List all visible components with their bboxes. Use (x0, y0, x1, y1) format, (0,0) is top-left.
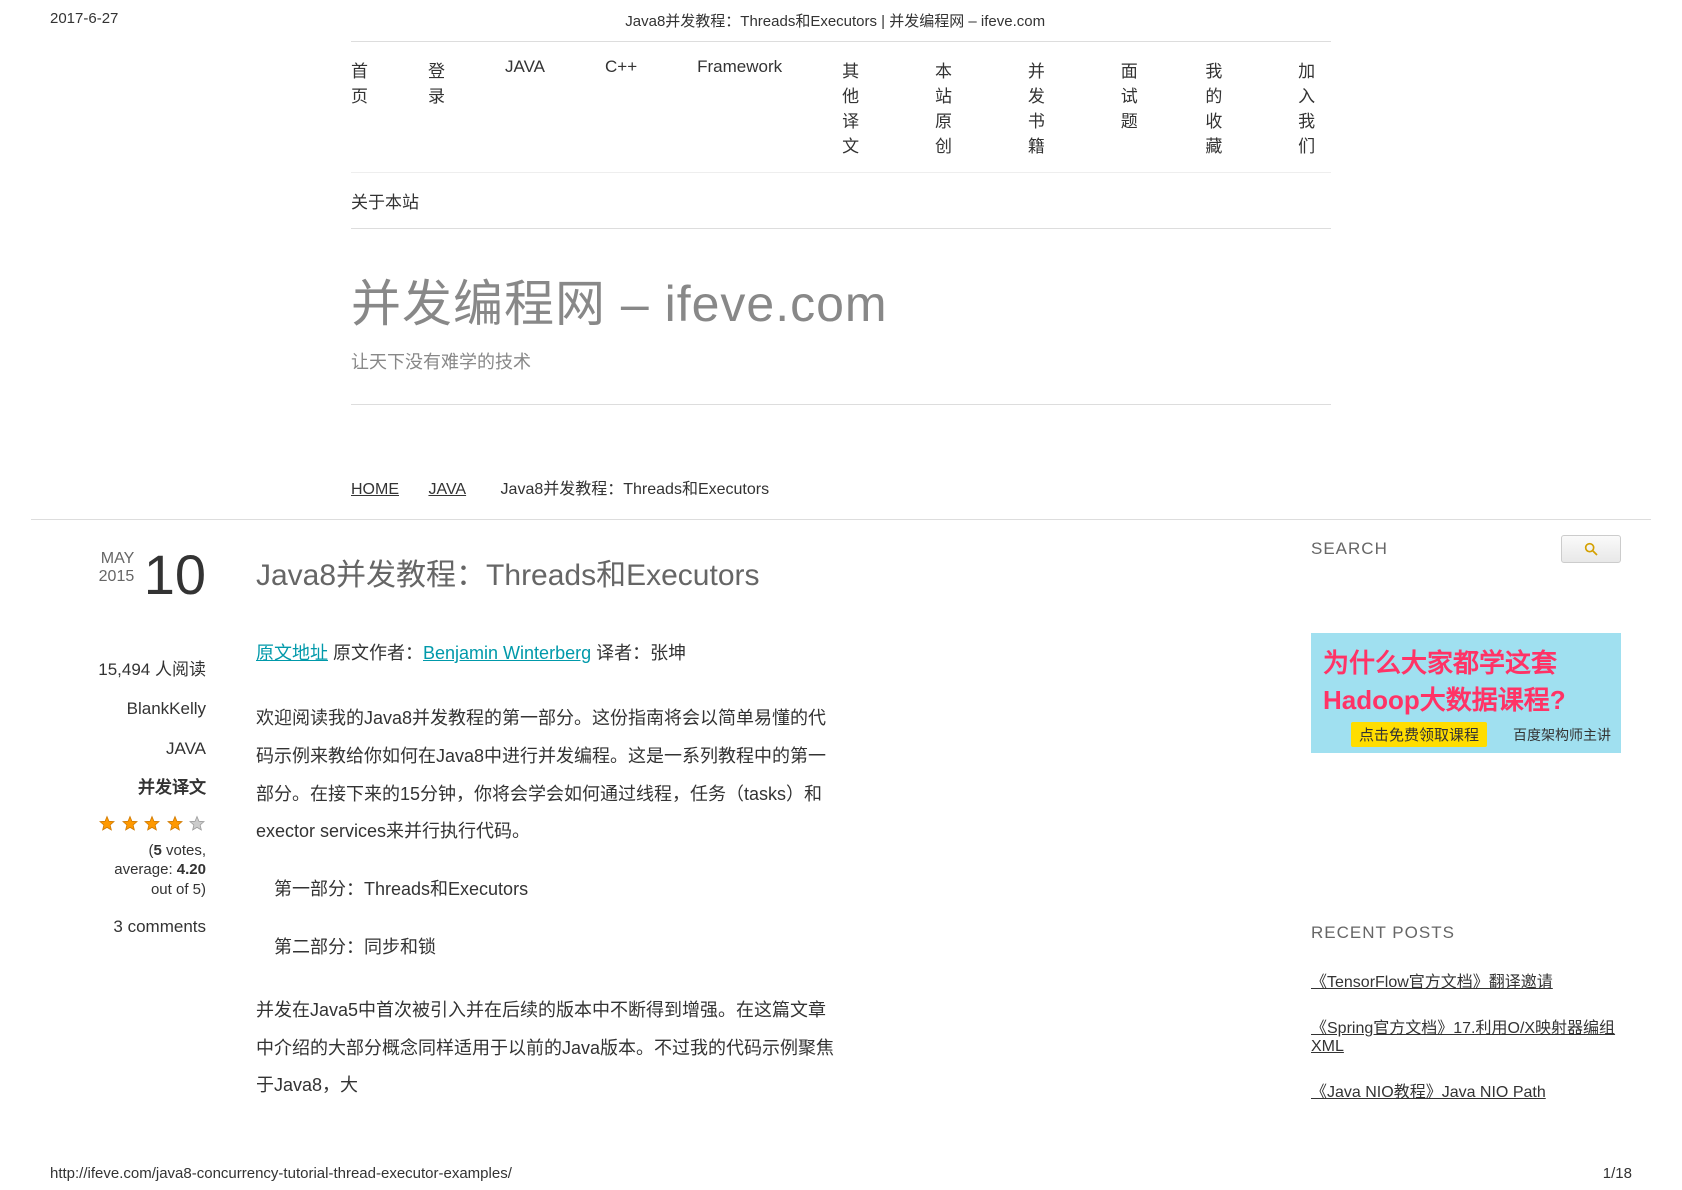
translator: 译者：张坤 (591, 643, 686, 663)
star-icon (188, 815, 206, 833)
part-2: 第二部分：同步和锁 (274, 929, 841, 967)
nav-home[interactable]: 首页 (351, 57, 368, 157)
search-widget: SEARCH (1311, 520, 1621, 583)
print-date: 2017-6-27 (50, 10, 118, 31)
nav-login[interactable]: 登录 (428, 57, 445, 157)
part-1: 第一部分：Threads和Executors (274, 871, 841, 909)
nav-interview[interactable]: 面试题 (1121, 57, 1146, 157)
article-title: Java8并发教程：Threads和Executors (256, 550, 841, 594)
paragraph: 并发在Java5中首次被引入并在后续的版本中不断得到增强。在这篇文章中介绍的大部… (256, 992, 841, 1105)
search-button[interactable] (1561, 535, 1621, 563)
nav-framework[interactable]: Framework (697, 57, 782, 157)
ad-cta-button[interactable]: 点击免费领取课程 (1351, 722, 1487, 747)
nav-cpp[interactable]: C++ (605, 57, 637, 157)
nav-java[interactable]: JAVA (505, 57, 545, 157)
print-footer: http://ifeve.com/java8-concurrency-tutor… (50, 1165, 1632, 1182)
recent-post-link[interactable]: 《TensorFlow官方文档》翻译邀请 (1311, 968, 1621, 992)
post-category: JAVA (31, 729, 206, 768)
post-author: BlankKelly (31, 689, 206, 728)
nav-about[interactable]: 关于本站 (351, 193, 419, 212)
author-link[interactable]: Benjamin Winterberg (423, 643, 591, 663)
nav-favorites[interactable]: 我的收藏 (1205, 57, 1238, 157)
star-icon (121, 815, 139, 833)
breadcrumb-current: Java8并发教程：Threads和Executors (501, 481, 770, 498)
header-meta: 2017-6-27 Java8并发教程：Threads和Executors | … (0, 0, 1682, 41)
post-date: MAY 2015 10 (31, 550, 206, 600)
byline: 原文地址 原文作者：Benjamin Winterberg 译者：张坤 (256, 639, 841, 665)
nav-row-1: 首页 登录 JAVA C++ Framework 其他译文 本站原创 并发书籍 … (351, 42, 1331, 172)
footer-url: http://ifeve.com/java8-concurrency-tutor… (50, 1165, 512, 1182)
left-sidebar: MAY 2015 10 15,494 人阅读 BlankKelly JAVA 并… (31, 520, 231, 1125)
recent-posts: RECENT POSTS 《TensorFlow官方文档》翻译邀请 《Sprin… (1311, 923, 1621, 1102)
print-title: Java8并发教程：Threads和Executors | 并发编程网 – if… (118, 10, 1552, 31)
breadcrumb-home[interactable]: HOME (351, 481, 399, 498)
ad-line1: 为什么大家都学这套 (1323, 643, 1609, 680)
ad-subtitle: 百度架构师主讲 (1513, 725, 1611, 745)
paragraph: 欢迎阅读我的Java8并发教程的第一部分。这份指南将会以简单易懂的代码示例来教给… (256, 700, 841, 851)
ad-banner[interactable]: 为什么大家都学这套 Hadoop大数据课程? 点击免费领取课程 百度架构师主讲 (1311, 633, 1621, 753)
avg-score: 4.20 (177, 861, 206, 878)
site-header: 并发编程网 – ifeve.com 让天下没有难学的技术 (351, 229, 1331, 415)
star-icon (166, 815, 184, 833)
original-link[interactable]: 原文地址 (256, 643, 328, 663)
read-count: 15,494 人阅读 (31, 650, 206, 689)
site-tagline: 让天下没有难学的技术 (351, 348, 1331, 405)
star-icon (143, 815, 161, 833)
post-meta: 15,494 人阅读 BlankKelly JAVA 并发译文 (31, 650, 206, 806)
recent-post-link[interactable]: 《Spring官方文档》17.利用O/X映射器编组XML (1311, 1014, 1621, 1056)
comments-link[interactable]: 3 comments (31, 917, 206, 937)
star-rating[interactable] (31, 815, 206, 838)
right-sidebar: SEARCH 为什么大家都学这套 Hadoop大数据课程? 点击免费领取课程 百… (1311, 520, 1651, 1125)
post-year: 2015 (99, 568, 135, 585)
nav-original[interactable]: 本站原创 (935, 57, 968, 157)
site-title: 并发编程网 – ifeve.com (351, 264, 1331, 336)
post-day: 10 (144, 550, 206, 600)
article-body: Java8并发教程：Threads和Executors 原文地址 原文作者：Be… (231, 520, 841, 1125)
nav-row-2: 关于本站 (351, 172, 1331, 228)
search-icon (1583, 541, 1599, 557)
nav-books[interactable]: 并发书籍 (1028, 57, 1061, 157)
ad-line2: Hadoop大数据课程? (1323, 680, 1609, 717)
star-icon (98, 815, 116, 833)
votes-count: 5 (153, 842, 161, 859)
footer-page: 1/18 (1603, 1165, 1632, 1182)
breadcrumb-cat[interactable]: JAVA (428, 481, 466, 498)
post-tag: 并发译文 (31, 768, 206, 807)
rating-text: (5 votes, average: 4.20 out of 5) (31, 841, 206, 900)
recent-post-link[interactable]: 《Java NIO教程》Java NIO Path (1311, 1078, 1621, 1102)
breadcrumb: HOME JAVA Java8并发教程：Threads和Executors (351, 415, 1331, 519)
post-month: MAY (101, 550, 134, 567)
search-label: SEARCH (1311, 539, 1388, 559)
nav-join[interactable]: 加入我们 (1298, 57, 1331, 157)
nav-other-trans[interactable]: 其他译文 (842, 57, 875, 157)
recent-posts-heading: RECENT POSTS (1311, 923, 1621, 943)
main-nav: 首页 登录 JAVA C++ Framework 其他译文 本站原创 并发书籍 … (351, 41, 1331, 229)
main-content: MAY 2015 10 15,494 人阅读 BlankKelly JAVA 并… (31, 519, 1651, 1125)
